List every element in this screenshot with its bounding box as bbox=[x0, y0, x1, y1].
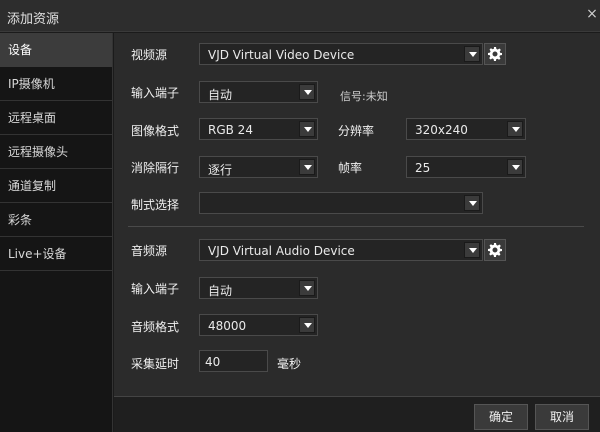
cancel-button[interactable]: 取消 bbox=[535, 404, 589, 430]
video-source-label: 视频源 bbox=[131, 48, 168, 62]
resolution-label: 分辨率 bbox=[338, 124, 375, 138]
capture-delay-unit: 毫秒 bbox=[277, 357, 302, 371]
sidebar-item-label: IP摄像机 bbox=[8, 77, 55, 91]
sidebar-item-remote-camera[interactable]: 远程摄像头 bbox=[0, 135, 112, 169]
audio-input-select[interactable]: 自动 bbox=[199, 277, 318, 299]
section-divider bbox=[128, 226, 584, 227]
sidebar-item-label: 通道复制 bbox=[8, 179, 57, 193]
title-bar: 添加资源 × bbox=[0, 0, 600, 32]
deinterlace-select[interactable]: 逐行 bbox=[199, 156, 318, 178]
audio-format-label: 音频格式 bbox=[131, 320, 180, 334]
window-title: 添加资源 bbox=[7, 12, 60, 27]
resolution-value: 320x240 bbox=[415, 123, 468, 137]
video-format-value: RGB 24 bbox=[208, 123, 253, 137]
video-source-value: VJD Virtual Video Device bbox=[208, 48, 355, 62]
chevron-down-icon[interactable] bbox=[299, 159, 315, 175]
sidebar: 设备 IP摄像机 远程桌面 远程摄像头 通道复制 彩条 Live+设备 bbox=[0, 33, 113, 432]
sidebar-item-label: 远程桌面 bbox=[8, 111, 57, 125]
capture-delay-value: 40 bbox=[205, 355, 221, 369]
sidebar-item-device[interactable]: 设备 bbox=[0, 33, 112, 67]
chevron-down-icon[interactable] bbox=[507, 121, 523, 137]
signal-status: 信号:未知 bbox=[340, 90, 388, 103]
audio-source-value: VJD Virtual Audio Device bbox=[208, 244, 355, 258]
framerate-value: 25 bbox=[415, 161, 431, 175]
video-source-select[interactable]: VJD Virtual Video Device bbox=[199, 43, 483, 65]
sidebar-item-ip-camera[interactable]: IP摄像机 bbox=[0, 67, 112, 101]
chevron-down-icon[interactable] bbox=[299, 280, 315, 296]
sidebar-item-label: Live+设备 bbox=[8, 247, 67, 261]
video-format-select[interactable]: RGB 24 bbox=[199, 118, 318, 140]
video-format-label: 图像格式 bbox=[131, 124, 180, 138]
chevron-down-icon[interactable] bbox=[299, 121, 315, 137]
framerate-select[interactable]: 25 bbox=[406, 156, 526, 178]
video-standard-label: 制式选择 bbox=[131, 198, 180, 212]
sidebar-item-remote-desktop[interactable]: 远程桌面 bbox=[0, 101, 112, 135]
ok-button[interactable]: 确定 bbox=[474, 404, 528, 430]
gear-icon bbox=[488, 243, 502, 257]
sidebar-item-label: 远程摄像头 bbox=[8, 145, 69, 159]
audio-source-select[interactable]: VJD Virtual Audio Device bbox=[199, 239, 483, 261]
video-input-value: 自动 bbox=[208, 88, 233, 102]
audio-format-select[interactable]: 48000 bbox=[199, 314, 318, 336]
chevron-down-icon[interactable] bbox=[464, 195, 480, 211]
chevron-down-icon[interactable] bbox=[507, 159, 523, 175]
video-settings-button[interactable] bbox=[484, 43, 506, 65]
resolution-select[interactable]: 320x240 bbox=[406, 118, 526, 140]
sidebar-item-label: 设备 bbox=[8, 43, 33, 57]
capture-delay-input[interactable]: 40 bbox=[199, 350, 268, 372]
framerate-label: 帧率 bbox=[338, 161, 363, 175]
capture-delay-label: 采集延时 bbox=[131, 357, 180, 371]
sidebar-item-color-bars[interactable]: 彩条 bbox=[0, 203, 112, 237]
deinterlace-label: 消除隔行 bbox=[131, 161, 180, 175]
audio-settings-button[interactable] bbox=[484, 239, 506, 261]
sidebar-item-live-device[interactable]: Live+设备 bbox=[0, 237, 112, 271]
video-standard-select[interactable] bbox=[199, 192, 483, 214]
sidebar-item-label: 彩条 bbox=[8, 213, 33, 227]
deinterlace-value: 逐行 bbox=[208, 163, 233, 177]
audio-source-label: 音频源 bbox=[131, 244, 168, 258]
audio-input-label: 输入端子 bbox=[131, 282, 180, 296]
chevron-down-icon[interactable] bbox=[464, 242, 480, 258]
sidebar-item-channel-copy[interactable]: 通道复制 bbox=[0, 169, 112, 203]
audio-input-value: 自动 bbox=[208, 284, 233, 298]
chevron-down-icon[interactable] bbox=[299, 84, 315, 100]
audio-format-value: 48000 bbox=[208, 319, 247, 333]
video-input-select[interactable]: 自动 bbox=[199, 81, 318, 103]
gear-icon bbox=[488, 47, 502, 61]
close-icon[interactable]: × bbox=[586, 6, 598, 24]
chevron-down-icon[interactable] bbox=[299, 317, 315, 333]
video-input-label: 输入端子 bbox=[131, 86, 180, 100]
chevron-down-icon[interactable] bbox=[464, 46, 480, 62]
